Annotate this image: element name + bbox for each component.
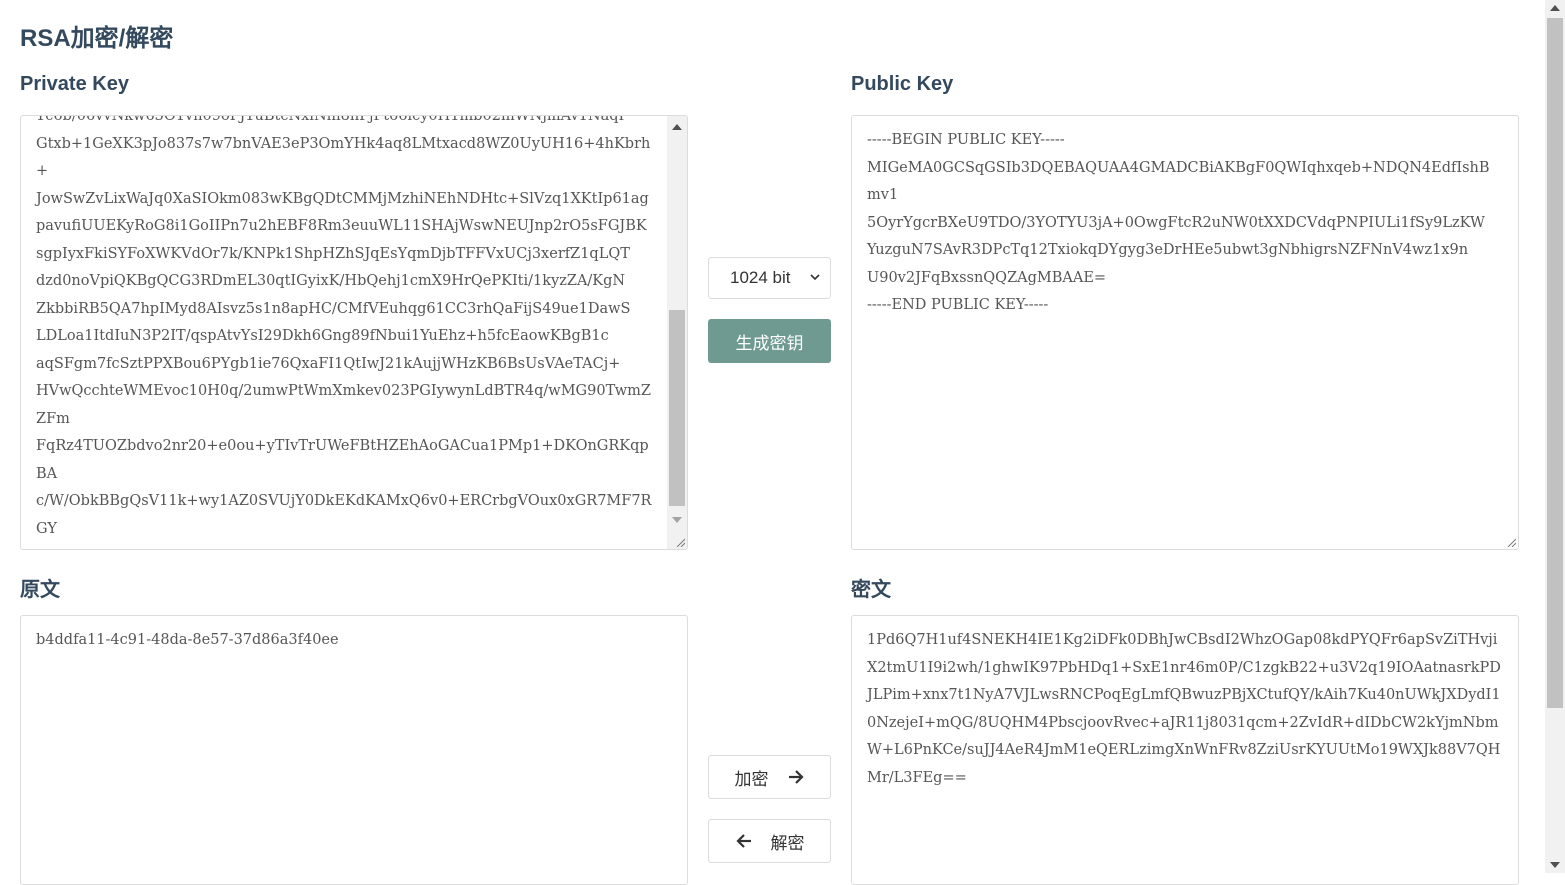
scroll-up-arrow-icon[interactable] <box>672 124 682 130</box>
page-scrollbar[interactable] <box>1545 0 1565 873</box>
key-size-value: 1024 bit <box>730 268 791 287</box>
page-scroll-up-icon[interactable] <box>1550 5 1560 11</box>
plaintext-textarea[interactable]: b4ddfa11-4c91-48da-8e57-37d86a3f40ee <box>20 615 688 885</box>
encrypt-label: 加密 <box>734 769 769 789</box>
private-key-label: Private Key <box>20 73 129 95</box>
generate-key-label: 生成密钥 <box>735 333 804 353</box>
private-key-scrollbar[interactable] <box>667 116 687 549</box>
plaintext-label: 原文 <box>20 579 60 601</box>
page-scrollbar-thumb[interactable] <box>1547 18 1563 708</box>
scrollbar-thumb[interactable] <box>669 310 685 506</box>
key-size-select[interactable]: 1024 bit <box>708 257 831 299</box>
public-key-text: -----BEGIN PUBLIC KEY----- MIGeMA0GCSqGS… <box>867 132 1490 313</box>
page-scroll-down-icon[interactable] <box>1550 862 1560 868</box>
private-key-text: 1c6b/06vvNkw63O1vh09oPJ1uBtcNxlNni8nPjPt… <box>36 115 652 549</box>
public-key-label: Public Key <box>851 73 954 95</box>
public-key-textarea[interactable]: -----BEGIN PUBLIC KEY----- MIGeMA0GCSqGS… <box>851 115 1519 550</box>
encrypt-button[interactable]: 加密 <box>708 755 831 799</box>
generate-key-button[interactable]: 生成密钥 <box>708 319 831 363</box>
ciphertext-textarea[interactable]: 1Pd6Q7H1uf4SNEKH4IE1Kg2iDFk0DBhJwCBsdI2W… <box>851 615 1519 885</box>
decrypt-button[interactable]: 解密 <box>708 819 831 863</box>
private-key-textarea[interactable]: 1c6b/06vvNkw63O1vh09oPJ1uBtcNxlNni8nPjPt… <box>20 115 688 550</box>
plaintext-text: b4ddfa11-4c91-48da-8e57-37d86a3f40ee <box>36 632 339 648</box>
ciphertext-label: 密文 <box>851 579 891 601</box>
ciphertext-text: 1Pd6Q7H1uf4SNEKH4IE1Kg2iDFk0DBhJwCBsdI2W… <box>867 632 1501 786</box>
resize-grip-icon[interactable] <box>675 537 685 547</box>
resize-grip-icon[interactable] <box>1506 537 1516 547</box>
arrow-right-icon <box>788 770 804 784</box>
decrypt-label: 解密 <box>770 833 805 853</box>
page-title: RSA加密/解密 <box>20 25 174 52</box>
arrow-left-icon <box>735 834 751 848</box>
chevron-down-icon <box>810 274 820 281</box>
scroll-down-arrow-icon[interactable] <box>672 517 682 523</box>
